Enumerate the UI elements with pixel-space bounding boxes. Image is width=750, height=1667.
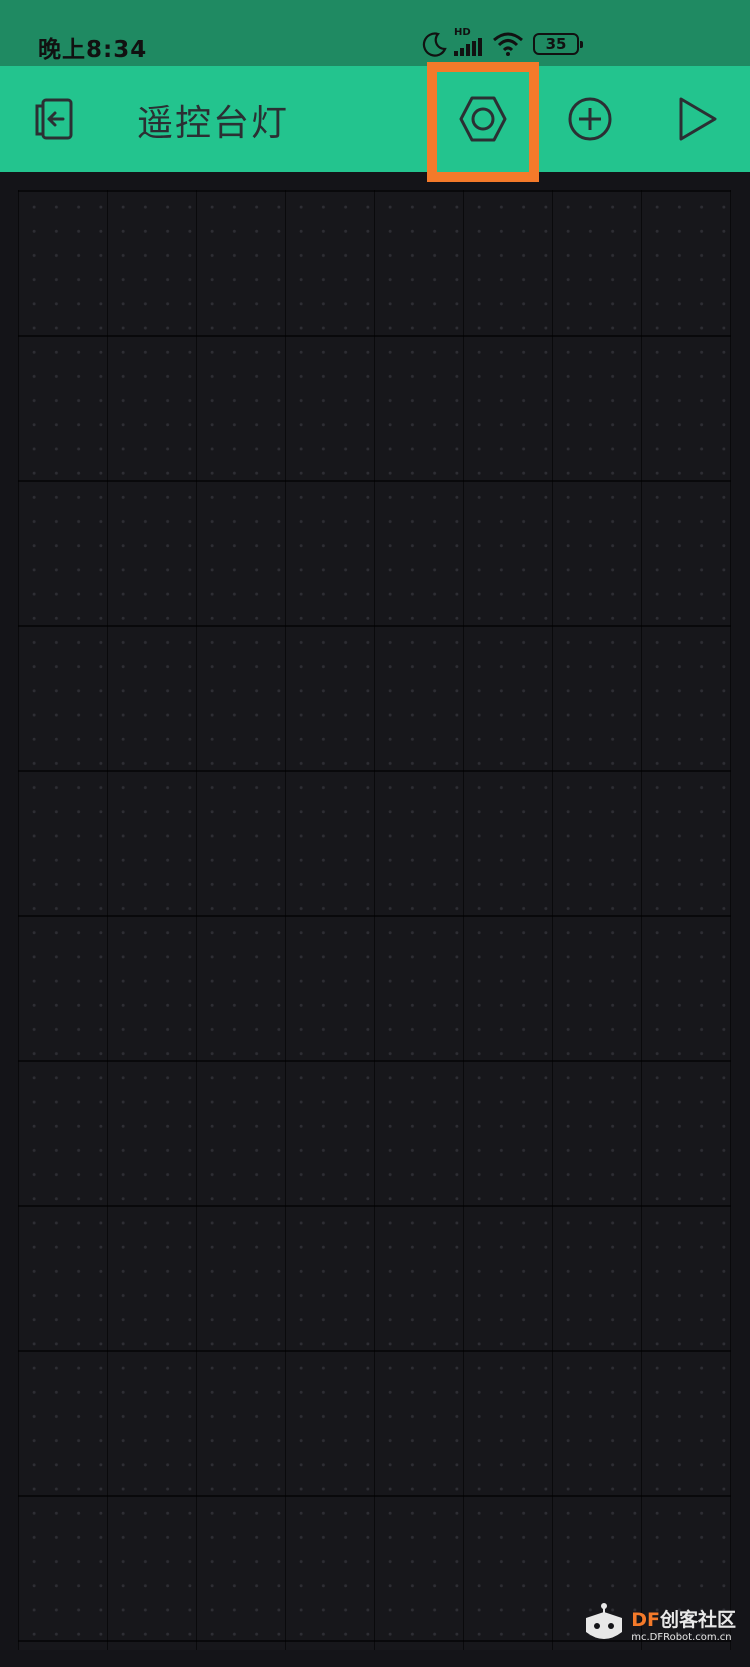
watermark-brand: DF创客社区 bbox=[631, 1605, 736, 1632]
battery-icon: 35 bbox=[533, 33, 583, 55]
play-button[interactable] bbox=[652, 66, 742, 172]
app-bar: 遥控台灯 bbox=[0, 66, 750, 172]
add-widget-icon bbox=[568, 97, 612, 141]
status-time: 晚上8:34 bbox=[38, 37, 148, 63]
exit-button[interactable] bbox=[9, 66, 99, 172]
watermark-brand-name: 创客社区 bbox=[659, 1609, 736, 1631]
signal-icon bbox=[454, 38, 482, 56]
watermark-brand-prefix: DF bbox=[631, 1609, 660, 1631]
moon-icon bbox=[422, 32, 447, 57]
status-bar: 晚上8:34 HD 35 bbox=[0, 0, 750, 66]
watermark: DF创客社区 mc.DFRobot.com.cn bbox=[583, 1599, 736, 1649]
settings-hexagon-icon bbox=[459, 96, 507, 142]
watermark-text: DF创客社区 mc.DFRobot.com.cn bbox=[631, 1605, 736, 1643]
robot-logo-icon bbox=[586, 1603, 623, 1639]
play-icon bbox=[679, 97, 717, 141]
network-type-label: HD bbox=[454, 27, 471, 38]
widget-canvas[interactable] bbox=[18, 190, 731, 1650]
watermark-url: mc.DFRobot.com.cn bbox=[631, 1632, 732, 1643]
wifi-icon bbox=[493, 32, 523, 56]
settings-button[interactable] bbox=[438, 66, 528, 172]
exit-icon bbox=[35, 98, 73, 140]
page-title: 遥控台灯 bbox=[137, 103, 290, 144]
add-widget-button[interactable] bbox=[545, 66, 635, 172]
